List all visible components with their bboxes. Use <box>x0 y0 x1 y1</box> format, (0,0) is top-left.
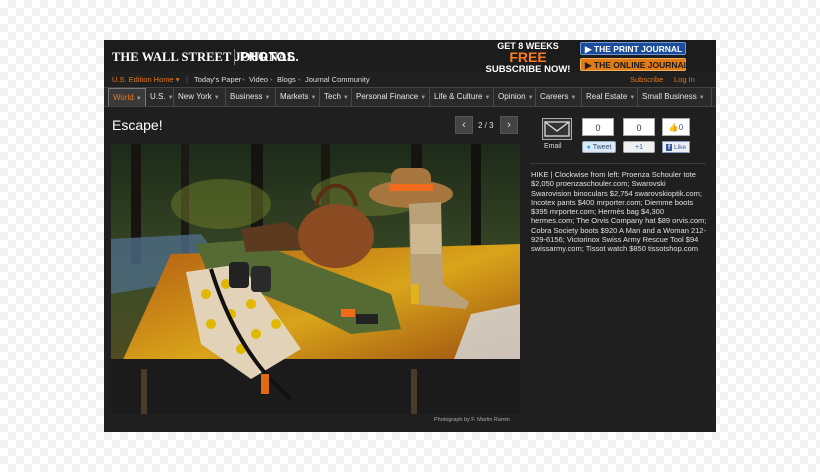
nav-label: New York <box>178 92 212 101</box>
slide-counter: 2 / 3 <box>478 121 494 130</box>
nav-small-business[interactable]: Small Business ▼ <box>638 88 712 106</box>
chevron-down-icon: ▼ <box>698 95 705 101</box>
prev-slide-button[interactable]: ‹ <box>455 116 473 134</box>
nav-label: Business <box>230 92 263 101</box>
todays-paper-link[interactable]: Today's Paper <box>194 75 241 84</box>
plus-one-label: +1 <box>635 144 643 151</box>
nav-label: Personal Finance <box>356 92 419 101</box>
divider: • <box>270 75 273 84</box>
chevron-down-icon: ▼ <box>484 95 491 101</box>
tweet-count: 0 <box>582 118 614 136</box>
nav-us[interactable]: U.S. ▼ <box>146 88 174 106</box>
online-journal-button[interactable]: ▶ THE ONLINE JOURNAL <box>580 58 689 71</box>
main-nav: World ▼ U.S. ▼ New York ▼ Business ▼ Markets… <box>104 87 716 107</box>
site-header: THE WALL STREET JOURNAL. PHOTOS GET 8 WE… <box>104 40 716 75</box>
section-title[interactable]: PHOTOS <box>240 50 296 64</box>
print-journal-button[interactable]: ▶ THE PRINT JOURNAL <box>580 42 686 55</box>
nav-opinion[interactable]: Opinion ▼ <box>494 88 536 106</box>
nav-label: Real Estate <box>586 92 628 101</box>
nav-business[interactable]: Business ▼ <box>226 88 276 106</box>
nav-label: Tech <box>324 92 341 101</box>
photo-credit: Photograph by F. Martin Ramin <box>434 417 510 423</box>
chevron-down-icon: ▼ <box>310 95 317 101</box>
slideshow-photo[interactable] <box>111 144 520 414</box>
chevron-down-icon: ▼ <box>527 95 534 101</box>
chevron-right-icon: › <box>507 119 511 131</box>
blogs-link[interactable]: Blogs <box>277 75 296 84</box>
chevron-left-icon: ‹ <box>462 119 466 131</box>
video-link[interactable]: Video <box>249 75 268 84</box>
nav-label: Small Business <box>642 92 697 101</box>
subscribe-link[interactable]: Subscribe <box>630 75 663 84</box>
plus-one-count: 0 <box>623 118 655 136</box>
subscribe-promo[interactable]: GET 8 WEEKS FREE SUBSCRIBE NOW! <box>482 41 574 75</box>
chevron-down-icon: ▼ <box>213 95 220 101</box>
nav-life-culture[interactable]: Life & Culture ▼ <box>430 88 494 106</box>
utility-bar: U.S. Edition Home ▾ | Today's Paper • Vi… <box>104 72 716 86</box>
nav-tech[interactable]: Tech ▼ <box>320 88 352 106</box>
divider: • <box>298 75 301 84</box>
logo-divider <box>234 49 235 65</box>
nav-world[interactable]: World ▼ <box>108 88 146 106</box>
hiking-gear-photo <box>111 144 520 414</box>
login-link[interactable]: Log In <box>674 75 695 84</box>
like-counter: 👍0 <box>662 118 690 136</box>
slideshow-title: Escape! <box>112 117 163 133</box>
nav-personal-finance[interactable]: Personal Finance ▼ <box>352 88 430 106</box>
photo-description: HIKE | Clockwise from left: Proenza Scho… <box>531 170 707 254</box>
nav-careers[interactable]: Careers ▼ <box>536 88 582 106</box>
tweet-button[interactable]: ● Tweet <box>582 141 616 153</box>
email-share-button[interactable] <box>542 118 572 140</box>
nav-label: U.S. <box>150 92 166 101</box>
nav-new-york[interactable]: New York ▼ <box>174 88 226 106</box>
twitter-bird-icon: ● <box>586 144 591 151</box>
chevron-down-icon: ▼ <box>167 95 174 101</box>
tweet-label: Tweet <box>592 144 612 151</box>
chevron-down-icon: ▼ <box>264 95 271 101</box>
chevron-down-icon: ▼ <box>570 95 577 101</box>
chevron-down-icon: ▼ <box>629 95 636 101</box>
share-divider <box>530 163 706 164</box>
journal-community-link[interactable]: Journal Community <box>305 75 370 84</box>
divider: • <box>242 75 245 84</box>
chevron-down-icon: ▼ <box>420 95 427 101</box>
wsj-photos-page: THE WALL STREET JOURNAL. PHOTOS GET 8 WE… <box>104 40 716 432</box>
nav-label: Life & Culture <box>434 92 483 101</box>
chevron-down-icon: ▼ <box>135 96 142 102</box>
promo-line-2: FREE <box>509 49 547 65</box>
envelope-icon <box>544 121 570 137</box>
thumbs-up-icon: 👍 <box>668 123 679 132</box>
nav-real-estate[interactable]: Real Estate ▼ <box>582 88 638 106</box>
plus-one-button[interactable]: +1 <box>623 141 655 153</box>
like-label: Like <box>674 144 686 151</box>
email-label: Email <box>544 143 562 150</box>
divider: | <box>186 75 188 84</box>
chevron-down-icon: ▼ <box>342 95 349 101</box>
nav-label: Careers <box>540 92 569 101</box>
next-slide-button[interactable]: › <box>500 116 518 134</box>
nav-label: Opinion <box>498 92 526 101</box>
like-count: 0 <box>678 123 684 132</box>
facebook-like-button[interactable]: f Like <box>662 141 690 153</box>
nav-label: World <box>113 93 134 102</box>
nav-label: Markets <box>280 92 309 101</box>
edition-home-link[interactable]: U.S. Edition Home ▾ <box>112 75 180 84</box>
facebook-icon: f <box>666 144 673 151</box>
nav-markets[interactable]: Markets ▼ <box>276 88 320 106</box>
